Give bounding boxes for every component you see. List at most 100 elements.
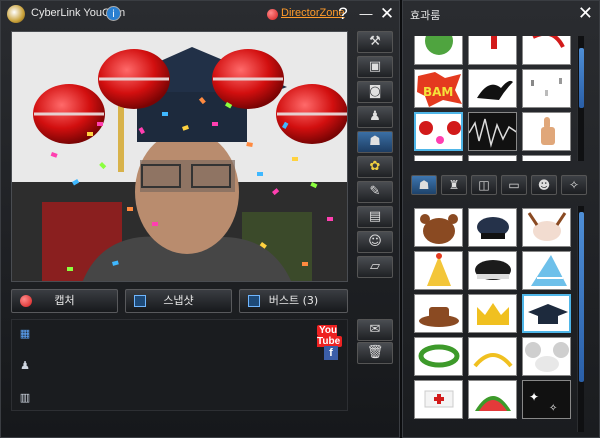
tab-magic[interactable]: ✧ [561,175,587,195]
effect-row4-c[interactable] [522,155,571,161]
effect-red-balls[interactable] [414,112,463,151]
tab-scene[interactable]: ◫ [471,175,497,195]
email-button[interactable]: ✉ [357,319,393,341]
effect-pilot-cap[interactable] [468,208,517,247]
svg-text:✦: ✦ [529,390,539,404]
effect-police-cap[interactable] [468,251,517,290]
effect-thumbs-up[interactable] [522,112,571,151]
snapshot-button[interactable]: 스냅샷 [125,289,232,313]
camera-settings-button[interactable]: ◙ [357,81,393,103]
avatar-add-button[interactable]: ♟ [357,106,393,128]
facebook-button[interactable]: f [324,346,338,360]
tab-emotion[interactable]: ☻ [531,175,557,195]
capture-label: 캡처 [54,294,75,307]
frame-icon: ▣ [368,59,382,74]
effect-reindeer[interactable] [522,208,571,247]
settings-button[interactable]: ⚒ [357,31,393,53]
video-preview [11,31,348,282]
burst-button[interactable]: 버스트 (3) [239,289,348,313]
frame-icon: ▭ [508,178,520,192]
top-effects-grid: BAM [413,36,573,161]
eraser-button[interactable]: ▱ [357,256,393,278]
face-icon: ☺ [368,234,382,249]
effect-nurse-cap[interactable] [414,380,463,419]
effect-cowboy-hat[interactable] [414,294,463,333]
avatar-tab-icon: ♟ [20,359,30,372]
effect-sound-wave[interactable] [468,112,517,151]
eraser-icon: ▱ [370,259,380,274]
effect-exclamation[interactable] [468,36,517,65]
youtube-icon: You Tube [317,325,343,347]
title-bar: CyberLink YouCam i DirectorZone ? — ✕ [1,1,401,28]
wrench-icon: ⚒ [369,34,381,49]
bottom-effects-grid: ✦ ✧ [413,206,573,432]
effects-panel-close-button[interactable]: ✕ [578,3,593,24]
avatar-icon: ♜ [448,178,460,192]
effect-gold-crown[interactable] [468,294,517,333]
avatar-tab[interactable]: ♟ [16,358,34,374]
update-icon[interactable]: i [106,6,121,21]
effect-row4-b[interactable] [468,155,517,161]
svg-text:✧: ✧ [549,403,557,414]
effect-party-hat[interactable] [414,251,463,290]
snapshot-label: 스냅샷 [163,294,194,307]
effect-bam[interactable]: BAM [414,69,463,108]
emotion-icon: ☻ [537,178,551,192]
draw-button[interactable]: ✎ [357,181,393,203]
effect-black-bird[interactable] [468,69,517,108]
effects-panel-title: 효과룸 [410,9,441,22]
trash-icon: 🗑 [366,345,384,360]
close-button[interactable]: ✕ [377,3,397,25]
slideshow-button[interactable]: ▤ [357,206,393,228]
effect-gold-tiara[interactable] [468,337,517,376]
bottom-scroll-thumb[interactable] [579,212,584,382]
facebook-icon: f [329,347,333,359]
effects-icon: ☗ [369,134,381,149]
frame-button[interactable]: ▣ [357,56,393,78]
top-scrollbar[interactable] [577,36,584,161]
help-button[interactable]: ? [333,3,353,25]
youtube-button[interactable]: You Tube [317,325,347,347]
tab-frame[interactable]: ▭ [501,175,527,195]
directorzone-icon [267,9,278,20]
effect-row4-a[interactable] [414,155,463,161]
effect-globe[interactable] [414,36,463,65]
costume-icon: ☗ [418,178,430,192]
photo-tab-icon: ▦ [19,327,31,340]
minimize-button[interactable]: — [356,3,376,25]
photo-tab[interactable]: ▦ [16,326,34,342]
effect-watermelon[interactable] [468,380,517,419]
scene-icon: ◫ [478,178,490,192]
effect-red-swirl[interactable] [522,36,571,65]
top-scroll-thumb[interactable] [579,48,584,108]
effect-sprinkles[interactable] [522,69,571,108]
effect-green-wreath[interactable] [414,337,463,376]
main-window: CyberLink YouCam i DirectorZone ? — ✕ ⚒ … [0,0,400,438]
particle-button[interactable]: ✿ [357,156,393,178]
mail-icon: ✉ [369,322,381,337]
camera-icon: ◙ [368,84,382,99]
bottom-scrollbar[interactable] [577,206,584,432]
effect-grad-cap[interactable] [522,294,571,333]
video-tab-icon: ▥ [19,391,31,404]
tab-avatar[interactable]: ♜ [441,175,467,195]
svg-text:BAM: BAM [423,85,453,99]
effect-sparkles[interactable]: ✦ ✧ [522,380,571,419]
effect-striped-cone[interactable] [522,251,571,290]
delete-button[interactable]: 🗑 [357,342,393,364]
youcam-logo [7,5,25,23]
effect-bear-hat[interactable] [414,208,463,247]
effects-button[interactable]: ☗ [357,131,393,153]
slideshow-icon: ▤ [368,209,382,224]
capture-button[interactable]: 캡처 [11,289,118,313]
burst-label: 버스트 (3) [268,294,319,307]
gallery: ▦ ♟ ▥ You Tube f [11,319,348,411]
tab-costume[interactable]: ☗ [411,175,437,195]
avatar-add-icon: ♟ [369,109,381,124]
magic-icon: ✧ [568,178,580,192]
webcam-scene [12,32,347,281]
effects-panel: 효과룸 ✕ BAM ☗ ♜ ◫ ▭ ☻ ✧ ✦ ✧ [402,0,600,438]
face-tracking-button[interactable]: ☺ [357,231,393,253]
video-tab[interactable]: ▥ [16,390,34,406]
effect-mouse-ears[interactable] [522,337,571,376]
